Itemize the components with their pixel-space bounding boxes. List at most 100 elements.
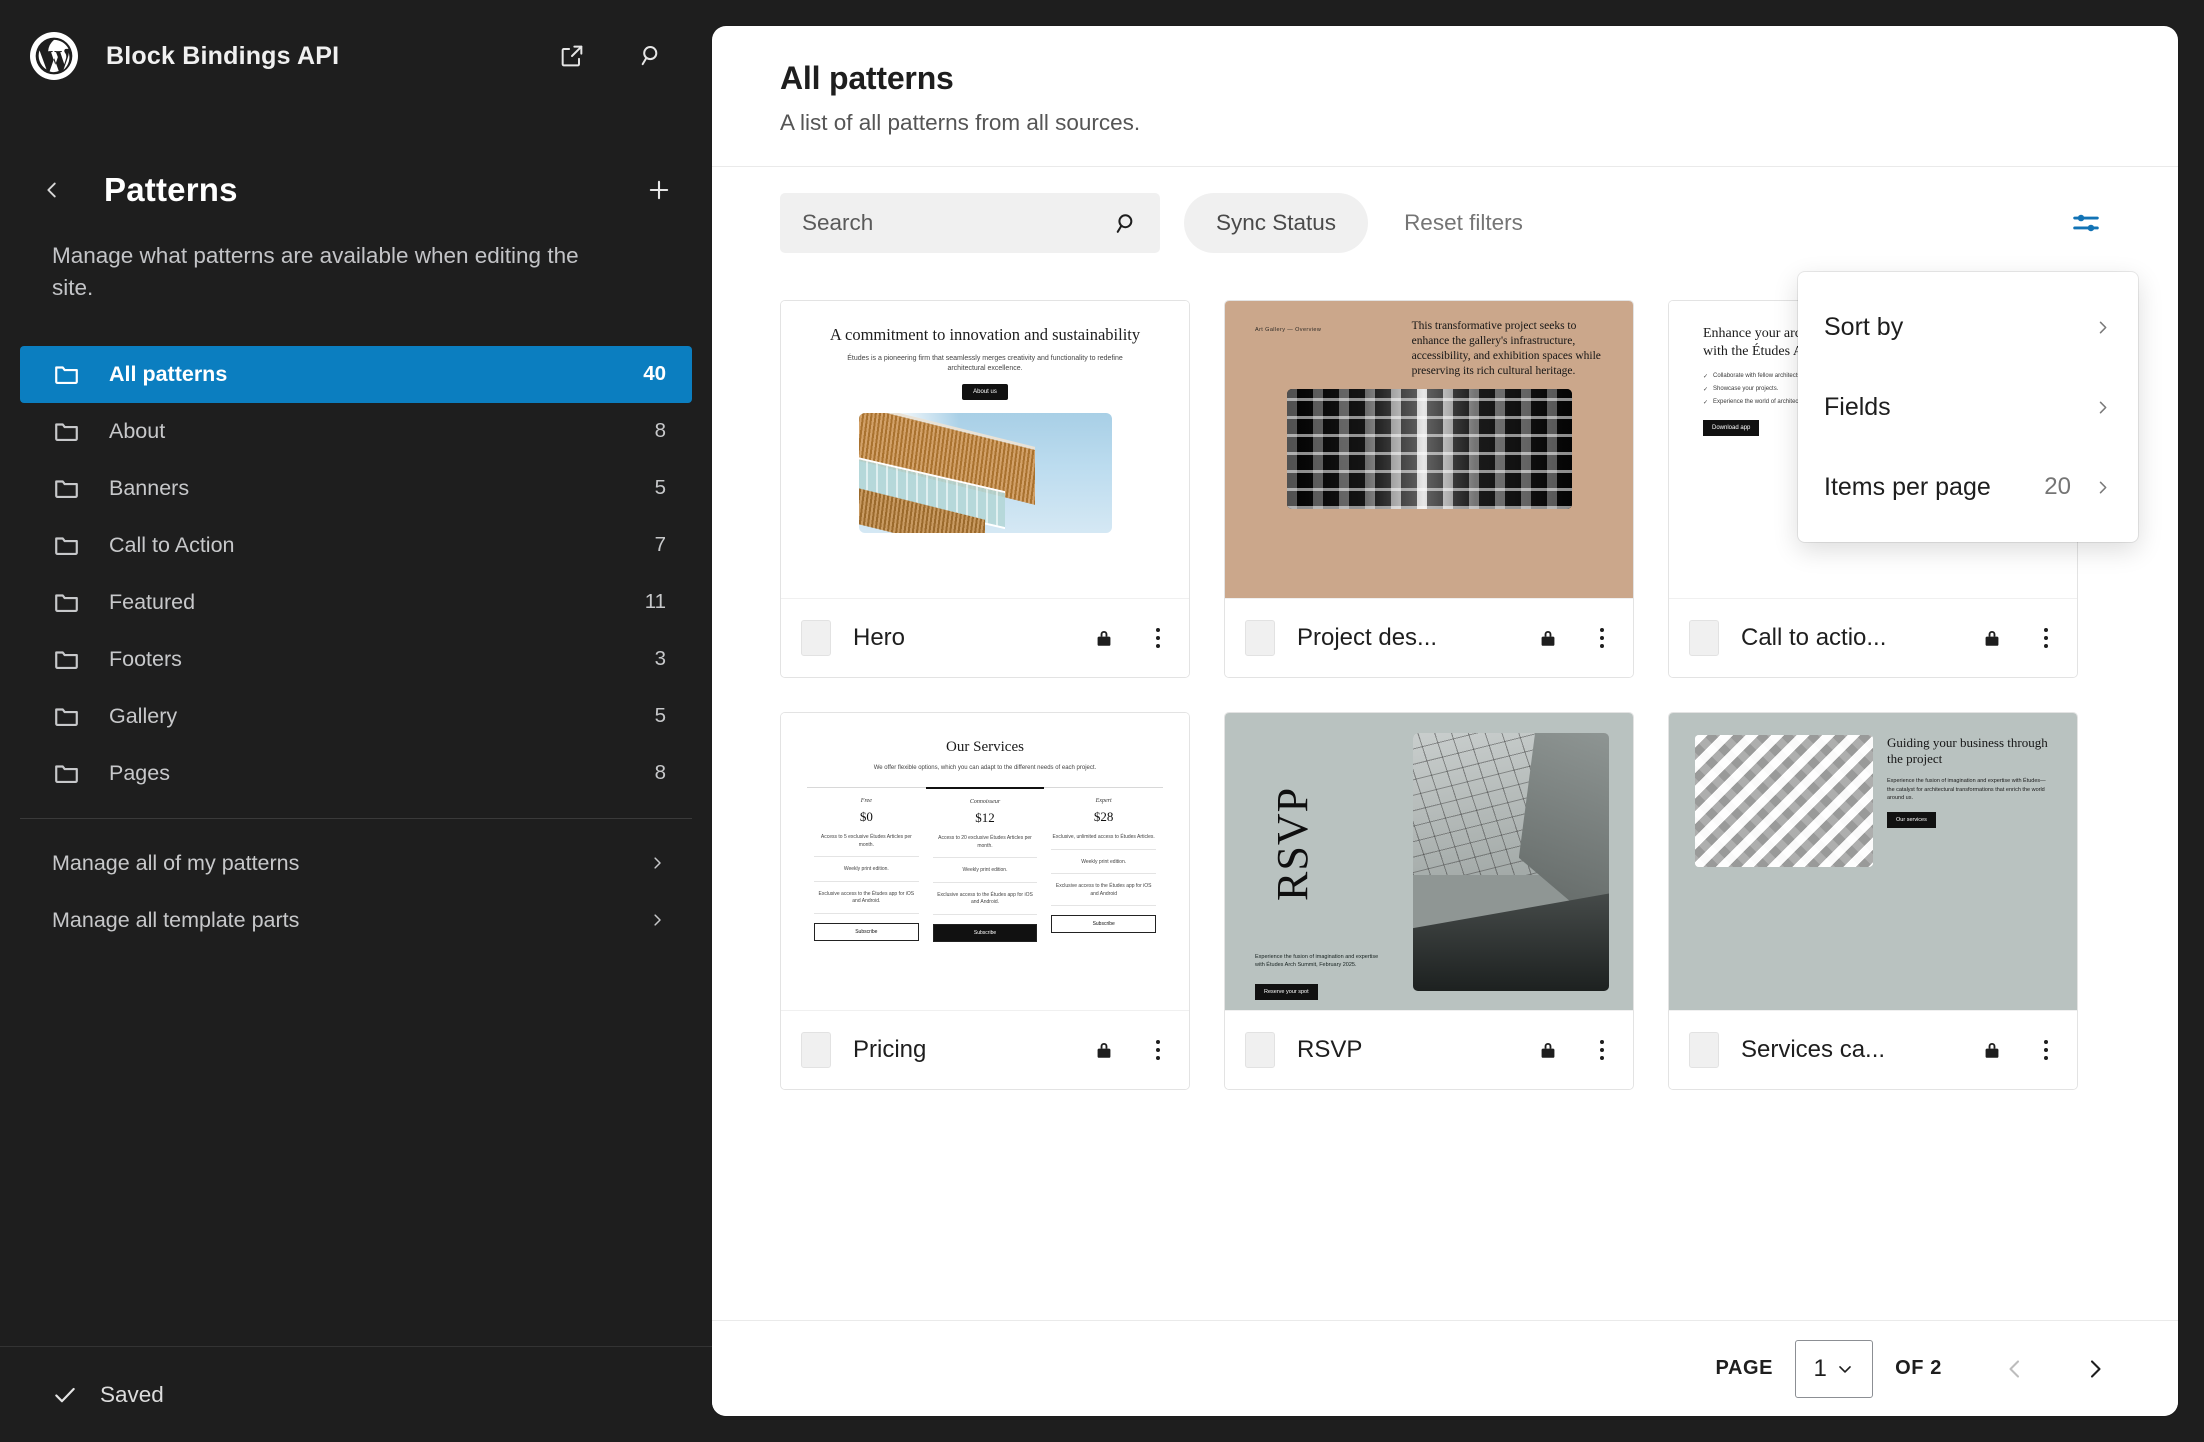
category-count: 3 [654,647,666,671]
pattern-card[interactable]: Our Services We offer flexible options, w… [780,712,1190,1090]
more-vertical-icon[interactable] [2033,1035,2059,1065]
check-icon [55,1387,75,1402]
main-page-subtitle: A list of all patterns from all sources. [780,110,1141,135]
sidebar-category-gallery[interactable]: Gallery 5 [20,688,692,745]
wordpress-logo-icon[interactable] [30,32,78,80]
sidebar-category-footers[interactable]: Footers 3 [20,631,692,688]
category-label: Pages [109,760,170,785]
dropdown-item-sort-by[interactable]: Sort by [1798,287,2138,367]
page-select[interactable]: 1 [1795,1339,1874,1398]
preview-hero: A commitment to innovation and sustainab… [781,301,1189,598]
pattern-preview[interactable]: Guiding your business through the projec… [1669,713,2077,1011]
manage-links-list: Manage all of my patterns Manage all temp… [0,835,712,949]
category-label: Gallery [109,703,178,728]
dropdown-item-items-per-page[interactable]: Items per page 20 [1798,447,2138,527]
chevron-right-icon [2090,1359,2101,1378]
pattern-checkbox[interactable] [1245,620,1275,656]
pattern-preview[interactable]: RSVP Experience the fusion of imagination… [1225,713,1633,1011]
category-count: 8 [654,419,666,443]
search-field[interactable] [780,193,1160,253]
sidebar: Block Bindings API Patterns Manage what … [0,0,712,1442]
pattern-checkbox[interactable] [1245,1032,1275,1068]
lock-icon [1097,1042,1111,1058]
folder-icon [55,537,78,555]
manage-link-1[interactable]: Manage all of my patterns [20,835,692,892]
search-icon[interactable] [628,32,676,80]
reset-filters-button[interactable]: Reset filters [1392,193,1535,253]
preview-tier-feature: Access to 5 exclusive Études Articles pe… [814,834,919,857]
more-vertical-icon[interactable] [1589,623,1615,653]
preview-project: Art Gallery — Overview This transformativ… [1225,301,1633,598]
category-count: 11 [644,590,666,614]
sidebar-category-about[interactable]: About 8 [20,403,692,460]
chevron-right-icon [2099,481,2107,493]
pattern-preview[interactable]: A commitment to innovation and sustainab… [781,301,1189,599]
previous-page-button[interactable] [1986,1340,2044,1398]
external-link-icon[interactable] [548,32,596,80]
search-input[interactable] [802,210,1113,236]
lock-icon [1541,630,1555,646]
folder-icon [55,480,78,498]
preview-heading: Our Services [946,739,1024,755]
preview-tier: Connoisseur $12 Access to 20 exclusive Étu… [925,787,1045,942]
category-count: 40 [643,362,666,386]
pattern-card[interactable]: RSVP Experience the fusion of imagination… [1224,712,1634,1090]
preview-heading: A commitment to innovation and sustainab… [829,325,1141,344]
pattern-category-list: All patterns 40 About 8 Banners 5 Call to Acti… [0,345,712,802]
sidebar-category-banners[interactable]: Banners 5 [20,460,692,517]
preview-tier-button: Subscribe [932,923,1038,942]
pattern-title: RSVP [1297,1036,1363,1063]
preview-tier-name: Connoisseur [969,799,1001,805]
pattern-checkbox[interactable] [801,1032,831,1068]
folder-icon [55,594,78,612]
preview-body: Experience the fusion of imagination and… [1255,953,1379,969]
pattern-checkbox[interactable] [1689,620,1719,656]
chevron-right-icon [654,857,661,869]
sliders-icon[interactable] [2060,197,2112,249]
pattern-checkbox[interactable] [1689,1032,1719,1068]
preview-tier-price: $28 [1093,809,1114,824]
chevron-left-icon [2009,1359,2020,1378]
back-button[interactable] [30,168,74,212]
sidebar-category-all-patterns[interactable]: All patterns 40 [20,345,692,403]
pattern-preview[interactable]: Our Services We offer flexible options, w… [781,713,1189,1011]
pattern-checkbox[interactable] [801,620,831,656]
pattern-preview[interactable]: Art Gallery — Overview This transformativ… [1225,301,1633,599]
patterns-description: Manage what patterns are available when … [52,243,579,300]
folder-icon [55,423,78,441]
sidebar-category-call-to-action[interactable]: Call to Action 7 [20,517,692,574]
add-pattern-button[interactable] [636,167,682,213]
pattern-title: Pricing [853,1036,927,1063]
main-page-title: All patterns [780,60,954,96]
more-vertical-icon[interactable] [1145,623,1171,653]
page-title: Patterns [104,171,238,208]
pattern-card-footer: Call to actio... [1669,599,2077,677]
save-status-bar[interactable]: Saved [0,1346,712,1442]
preview-tier-feature: Weekly print edition. [932,867,1038,883]
sidebar-header-actions [548,32,676,80]
chevron-right-icon [654,914,661,926]
sidebar-category-featured[interactable]: Featured 11 [20,574,692,631]
sidebar-category-pages[interactable]: Pages 8 [20,745,692,802]
manage-link-2[interactable]: Manage all template parts [20,892,692,949]
preview-heading: RSVP [1268,786,1317,901]
filter-bar: Sync Status Reset filters [712,167,2178,253]
more-vertical-icon[interactable] [1589,1035,1615,1065]
page-select-value: 1 [1813,1354,1827,1382]
pattern-card[interactable]: A commitment to innovation and sustainab… [780,300,1190,678]
more-vertical-icon[interactable] [2033,623,2059,653]
dropdown-item-fields[interactable]: Fields [1798,367,2138,447]
next-page-button[interactable] [2066,1340,2124,1398]
pattern-card[interactable]: Guiding your business through the projec… [1668,712,2078,1090]
sync-status-filter[interactable]: Sync Status [1184,193,1369,253]
category-label: All patterns [109,361,228,386]
pattern-card[interactable]: Art Gallery — Overview This transformativ… [1224,300,1634,678]
category-label: Footers [109,646,182,671]
more-vertical-icon[interactable] [1145,1035,1171,1065]
category-count: 5 [654,476,666,500]
sidebar-header: Block Bindings API [0,0,712,112]
manage-link-label: Manage all of my patterns [52,850,300,875]
main-header: All patterns A list of all patterns from… [712,26,2178,167]
preview-tier-feature: Weekly print edition. [1051,859,1157,874]
patterns-header: Patterns [0,112,712,222]
